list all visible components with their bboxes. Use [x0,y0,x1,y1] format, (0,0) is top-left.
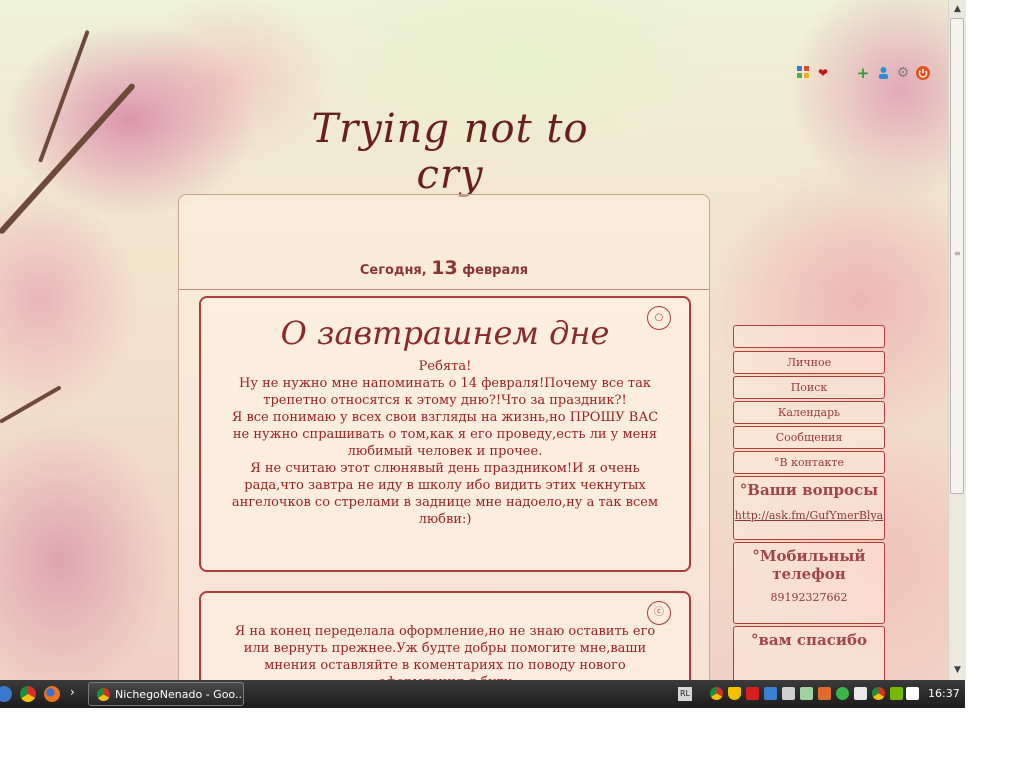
speaker-icon[interactable] [818,687,831,700]
security-shield-icon[interactable] [728,687,741,700]
widgets-icon[interactable] [796,66,810,80]
sidebar-item-search[interactable]: Поиск [733,376,885,399]
post-paragraph: Я все понимаю у всех свои взгляды на жиз… [231,410,659,459]
app-b-icon[interactable] [906,687,919,700]
divider [179,289,709,290]
ask-title: °Ваши вопросы [739,481,879,499]
chrome-icon[interactable] [20,686,36,702]
content-panel: Сегодня, 13 февраля ○ О завтрашнем дне Р… [178,194,710,680]
taskbar-window-button[interactable]: NichegoNenado - Goo... [88,682,244,706]
post-menu-icon[interactable]: ○ [647,306,671,330]
network-icon[interactable] [764,687,777,700]
nvidia-icon[interactable] [890,687,903,700]
firefox-icon[interactable] [44,686,60,702]
branch-decoration [0,385,62,424]
sidebar-item-personal[interactable]: Личное [733,351,885,374]
phone-number: 89192327662 [770,591,848,604]
sidebar-item-vkontakte[interactable]: °В контакте [733,451,885,474]
power-icon[interactable] [916,66,930,80]
chrome-tray-icon[interactable] [710,687,723,700]
post-paragraph: Я на конец переделала оформление,но не з… [234,624,656,680]
post-title[interactable]: О завтрашнем дне [201,314,689,352]
sidebar-item-blank[interactable] [733,325,885,348]
device-icon[interactable] [800,687,813,700]
clock[interactable]: 16:37 [928,680,960,708]
vertical-scrollbar[interactable]: ▲ ≡ ▼ [948,0,966,680]
post: ○ О завтрашнем дне Ребята! Ну не нужно м… [199,296,691,572]
post-body: Я на конец переделала оформление,но не з… [201,593,689,680]
phone-box: °Мобильный телефон 89192327662 [733,542,885,624]
grip-icon: ≡ [954,249,961,258]
window-tray-icon[interactable] [854,687,867,700]
ie-icon[interactable] [0,686,12,702]
ask-link[interactable]: http://ask.fm/GufYmerBlya [734,509,884,522]
post: ⓒ Я на конец переделала оформление,но не… [199,591,691,680]
scroll-down-icon[interactable]: ▼ [949,662,966,678]
post-body: Ребята! Ну не нужно мне напоминать о 14 … [201,358,689,528]
user-icon[interactable] [876,66,890,80]
sidebar-item-messages[interactable]: Сообщения [733,426,885,449]
page-viewport: Trying not to cry ❤ + ⚙ Сегодня, 13 февр… [0,0,948,680]
date-line: Сегодня, 13 февраля [179,257,709,279]
app-tray-icon[interactable] [836,687,849,700]
chrome-tray-icon[interactable] [872,687,885,700]
taskbar: › NichegoNenado - Goo... RL 16:37 [0,680,965,708]
phone-title: °Мобильный телефон [752,547,866,583]
settings-icon[interactable]: ⚙ [896,66,910,80]
post-paragraph: Я не считаю этот слюнявый день празднико… [231,461,659,527]
scrollbar-thumb[interactable]: ≡ [950,18,964,494]
taskbar-window-title: NichegoNenado - Goo... [115,688,244,701]
add-icon[interactable]: + [856,66,870,81]
post-paragraph: Ну не нужно мне напоминать о 14 февраля!… [238,376,652,408]
thanks-box: °вам спасибо [733,626,885,680]
branch-decoration [0,82,137,236]
scroll-up-icon[interactable]: ▲ [949,1,966,17]
heart-icon[interactable]: ❤ [816,66,830,80]
volume-icon[interactable] [782,687,795,700]
sidebar-item-calendar[interactable]: Календарь [733,401,885,424]
ask-box: °Ваши вопросы http://ask.fm/GufYmerBlya [733,476,885,540]
thanks-title: °вам спасибо [751,631,867,649]
site-title[interactable]: Trying not to cry [300,106,600,198]
post-menu-icon[interactable]: ⓒ [647,601,671,625]
antivirus-icon[interactable] [746,687,759,700]
date-month: февраля [462,263,529,278]
post-paragraph: Ребята! [418,359,472,374]
quicklaunch-more-icon[interactable]: › [70,685,75,699]
date-day: 13 [431,257,458,279]
chrome-icon [97,688,110,701]
language-indicator[interactable]: RL [678,687,692,701]
date-prefix: Сегодня, [359,263,427,278]
